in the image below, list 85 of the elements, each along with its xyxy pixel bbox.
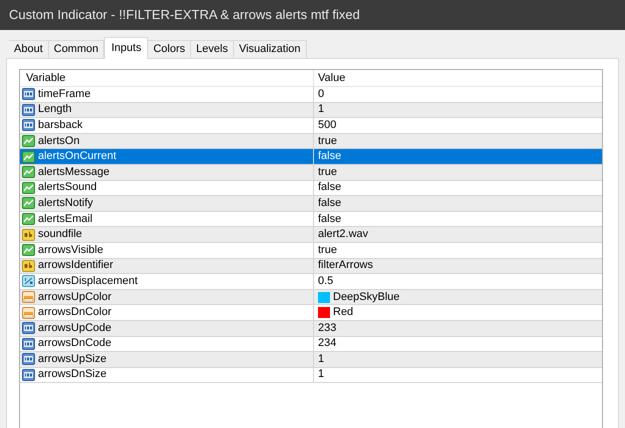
- integer-type-icon: [22, 104, 35, 116]
- variable-value: false: [318, 214, 342, 225]
- table-row[interactable]: alertsNotify false: [20, 196, 602, 212]
- variable-name: soundfile: [38, 229, 82, 240]
- integer-type-icon: [22, 119, 35, 132]
- variable-value: 500: [318, 120, 336, 131]
- fraction-type-icon: [22, 275, 35, 288]
- variable-name: arrowsUpColor: [38, 292, 112, 303]
- window-title: Custom Indicator - !!FILTER-EXTRA & arrows alerts mtf fixed: [9, 6, 360, 24]
- line-chart-icon: [22, 197, 35, 210]
- tab[interactable]: Inputs: [104, 37, 148, 59]
- variable-value: 0.5: [318, 276, 334, 287]
- variable-value: 0: [318, 88, 324, 100]
- table-row[interactable]: arrowsDisplacement 0.5: [20, 274, 602, 290]
- variable-name: arrowsVisible: [38, 244, 104, 256]
- variable-value: true: [318, 166, 337, 178]
- table-row[interactable]: alertsSound false: [20, 180, 602, 196]
- integer-type-icon: [22, 368, 35, 381]
- line-chart-icon: [22, 166, 35, 178]
- table-row[interactable]: Length 1: [20, 102, 602, 118]
- table-row[interactable]: alertsOn true: [20, 134, 602, 150]
- tab[interactable]: Visualization: [234, 40, 306, 58]
- table-row[interactable]: alertsOnCurrent false: [20, 149, 602, 165]
- variable-value: filterArrows: [318, 260, 374, 272]
- table-row[interactable]: arrowsDnColor Red: [20, 305, 602, 321]
- variable-name: arrowsDisplacement: [38, 276, 138, 287]
- line-chart-icon: [22, 135, 35, 148]
- variable-value: false: [318, 198, 342, 209]
- variable-name: alertsSound: [38, 182, 97, 194]
- variable-value: 1: [318, 104, 324, 116]
- integer-type-icon: [22, 353, 35, 366]
- table-row[interactable]: barsback 500: [20, 118, 602, 134]
- variable-value: alert2.wav: [318, 229, 368, 240]
- variable-name: arrowsDnColor: [38, 307, 112, 318]
- tab[interactable]: Levels: [191, 40, 234, 58]
- variable-name: arrowsDnCode: [38, 338, 112, 350]
- variable-value: Red: [333, 307, 354, 318]
- variable-value: true: [318, 244, 337, 256]
- table-row[interactable]: arrowsDnSize 1: [20, 368, 602, 384]
- variable-name: arrowsUpCode: [38, 322, 112, 334]
- variable-value: 1: [318, 354, 324, 365]
- column-header[interactable]: Value: [314, 70, 602, 86]
- variable-value: 1: [318, 369, 324, 380]
- integer-type-icon: [22, 88, 35, 100]
- table-row[interactable]: alertsEmail false: [20, 212, 602, 228]
- integer-type-icon: [22, 322, 35, 334]
- table-row[interactable]: timeFrame 0: [20, 87, 602, 103]
- text-type-icon: [22, 260, 35, 272]
- line-chart-icon: [22, 213, 35, 226]
- variable-name: alertsOnCurrent: [38, 151, 116, 162]
- variable-name: alertsMessage: [38, 166, 110, 178]
- column-header[interactable]: Variable: [20, 70, 314, 86]
- palette-icon: [22, 291, 35, 304]
- variable-value: true: [318, 136, 337, 147]
- table-row[interactable]: arrowsDnCode 234: [20, 336, 602, 352]
- variable-name: alertsNotify: [38, 198, 94, 209]
- integer-type-icon: [22, 338, 35, 350]
- table-row[interactable]: arrowsUpColor DeepSkyBlue: [20, 290, 602, 306]
- variable-value: DeepSkyBlue: [333, 292, 400, 303]
- tab[interactable]: About: [9, 40, 49, 58]
- line-chart-icon: [22, 150, 35, 163]
- table-row[interactable]: alertsMessage true: [20, 164, 602, 181]
- table-row[interactable]: arrowsUpCode 233: [20, 320, 602, 336]
- text-type-icon: [22, 228, 35, 241]
- variable-name: arrowsUpSize: [38, 354, 106, 365]
- variable-value: false: [318, 182, 342, 194]
- variable-name: Length: [38, 104, 72, 116]
- variable-name: barsback: [38, 120, 83, 131]
- variable-name: alertsEmail: [38, 214, 92, 225]
- table-row[interactable]: arrowsUpSize 1: [20, 352, 602, 368]
- line-chart-icon: [22, 244, 35, 256]
- table-row[interactable]: arrowsVisible true: [20, 242, 602, 259]
- variable-name: arrowsDnSize: [38, 369, 106, 380]
- tab[interactable]: Colors: [148, 40, 192, 58]
- variable-value: 233: [318, 322, 336, 334]
- variable-name: timeFrame: [38, 88, 91, 100]
- palette-icon: [22, 306, 35, 319]
- variable-name: alertsOn: [38, 136, 80, 147]
- table-row[interactable]: soundfile alert2.wav: [20, 227, 602, 243]
- table-row[interactable]: arrowsIdentifier filterArrows: [20, 258, 602, 274]
- line-chart-icon: [22, 182, 35, 194]
- variable-value: 234: [318, 338, 336, 350]
- variable-value: false: [318, 151, 342, 162]
- variable-name: arrowsIdentifier: [38, 260, 114, 272]
- tab[interactable]: Common: [48, 40, 104, 58]
